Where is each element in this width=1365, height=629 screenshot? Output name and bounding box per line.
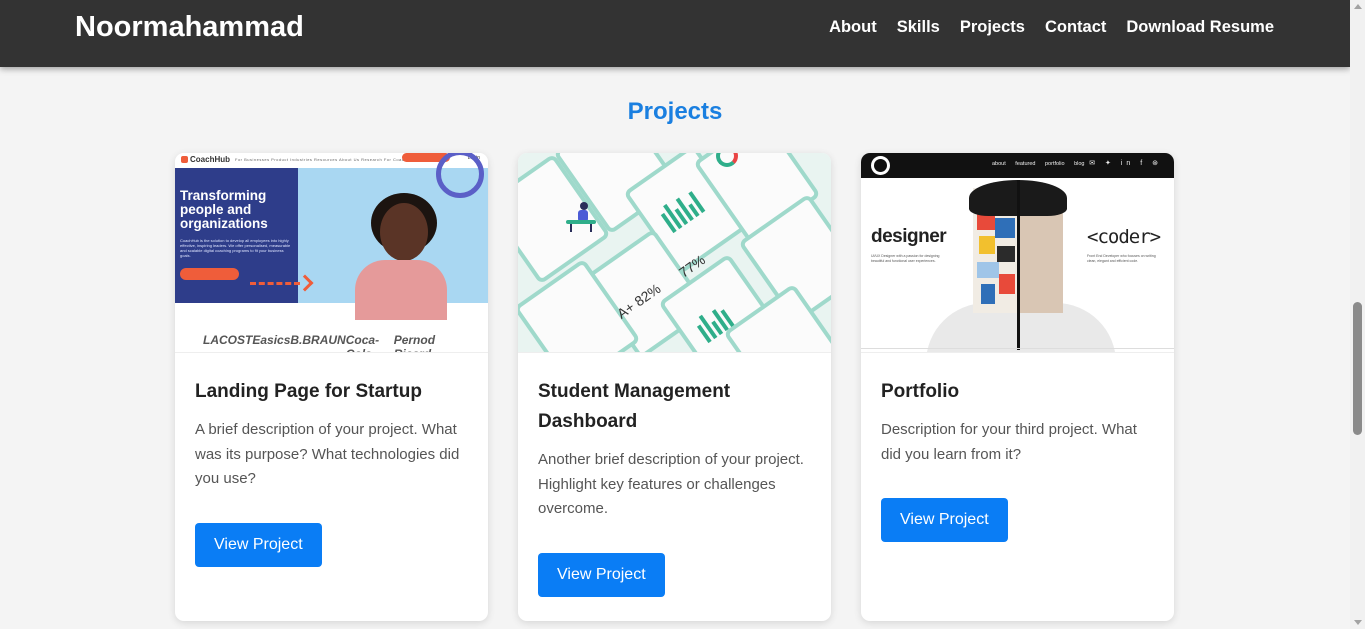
- project-title: Student Management Dashboard: [538, 381, 731, 432]
- thumbnail-body-text: CoachHub is the solution to develop all …: [180, 238, 291, 258]
- person-body: [355, 260, 447, 320]
- view-project-button[interactable]: View Project: [538, 552, 665, 597]
- section-title: Projects: [627, 98, 723, 125]
- card-body: Student Management Dashboard Another bri…: [518, 353, 831, 617]
- card-body: Portfolio Description for your third pro…: [861, 353, 1174, 562]
- nav-link-about[interactable]: About: [829, 18, 877, 37]
- decorative-ring: [436, 153, 484, 198]
- nav-link-projects[interactable]: Projects: [960, 18, 1025, 37]
- logo-bbraun: B.BRAUN: [290, 333, 346, 347]
- nav-links: About Skills Projects Contact Download R…: [829, 18, 1274, 37]
- project-thumbnail-student-dashboard: 77% A+ 82%: [518, 153, 831, 353]
- portfolio-logo-icon: [871, 156, 890, 175]
- thumbnail-cta: [180, 268, 239, 280]
- nav-link-contact[interactable]: Contact: [1045, 18, 1106, 37]
- thumbnail-hero: Transforming people and organizations Co…: [175, 153, 488, 320]
- scroll-down-arrow-icon[interactable]: [1354, 620, 1362, 625]
- designer-label: designer: [871, 226, 947, 247]
- view-project-button[interactable]: View Project: [195, 522, 322, 567]
- thumbnail-nav: For Businesses Product Industries Resour…: [235, 157, 413, 162]
- project-title: Portfolio: [881, 381, 960, 402]
- social-icons: ✉ ✦ in f ⊛: [1089, 160, 1162, 167]
- scroll-up-arrow-icon[interactable]: [1354, 4, 1362, 9]
- nav-link-skills[interactable]: Skills: [897, 18, 940, 37]
- thumbnail-nav: about featured portfolio blog: [992, 161, 1085, 167]
- logo-pernod: Pernod Ricard: [393, 333, 436, 352]
- person-face: [380, 203, 428, 261]
- client-logos: LACOSTE asics B.BRAUN Coca-Cola Pernod R…: [175, 333, 488, 352]
- logo-mark-icon: [181, 156, 188, 163]
- logo-lacoste: LACOSTE: [203, 333, 261, 347]
- view-project-button[interactable]: View Project: [881, 498, 1008, 542]
- scrollbar-thumb[interactable]: [1353, 302, 1362, 435]
- coder-description: Front End Developer who focuses on writi…: [1087, 254, 1156, 263]
- project-description: Another brief description of your projec…: [538, 451, 804, 517]
- face-divider: [1017, 180, 1020, 350]
- project-description: Description for your third project. What…: [881, 421, 1137, 463]
- coachhub-logo: CoachHub: [181, 155, 230, 164]
- navbar: Noormahammad About Skills Projects Conta…: [0, 0, 1350, 67]
- thumbnail-topbar: about featured portfolio blog ✉ ✦ in f ⊛: [861, 153, 1174, 178]
- project-thumbnail-landing-page: CoachHub For Businesses Product Industri…: [175, 153, 488, 353]
- divider: [861, 348, 1174, 349]
- project-title: Landing Page for Startup: [195, 381, 422, 402]
- project-description: A brief description of your project. Wha…: [195, 421, 460, 487]
- project-card-portfolio: about featured portfolio blog ✉ ✦ in f ⊛…: [861, 153, 1174, 621]
- project-card-student-dashboard: 77% A+ 82% Student Management Dashboard …: [518, 153, 831, 621]
- logo-cocacola: Coca-Cola: [345, 333, 380, 352]
- card-body: Landing Page for Startup A brief descrip…: [175, 353, 488, 587]
- brand-name[interactable]: Noormahammad: [75, 11, 304, 44]
- dashed-arrow: [250, 282, 300, 285]
- thumbnail-headline: Transforming people and organizations: [180, 188, 268, 231]
- thumbnail-brand: CoachHub: [190, 155, 230, 164]
- project-thumbnail-portfolio: about featured portfolio blog ✉ ✦ in f ⊛…: [861, 153, 1174, 353]
- bar-chart-icon: [656, 183, 709, 234]
- person-on-chair-icon: [566, 202, 596, 232]
- designer-description: UI/UX Designer with a passion for design…: [871, 254, 940, 263]
- coder-label: <coder>: [1087, 226, 1161, 248]
- page-scrollbar[interactable]: [1350, 0, 1365, 629]
- project-card-landing-page: CoachHub For Businesses Product Industri…: [175, 153, 488, 621]
- logo-asics: asics: [260, 333, 291, 347]
- nav-link-download-resume[interactable]: Download Resume: [1126, 18, 1274, 37]
